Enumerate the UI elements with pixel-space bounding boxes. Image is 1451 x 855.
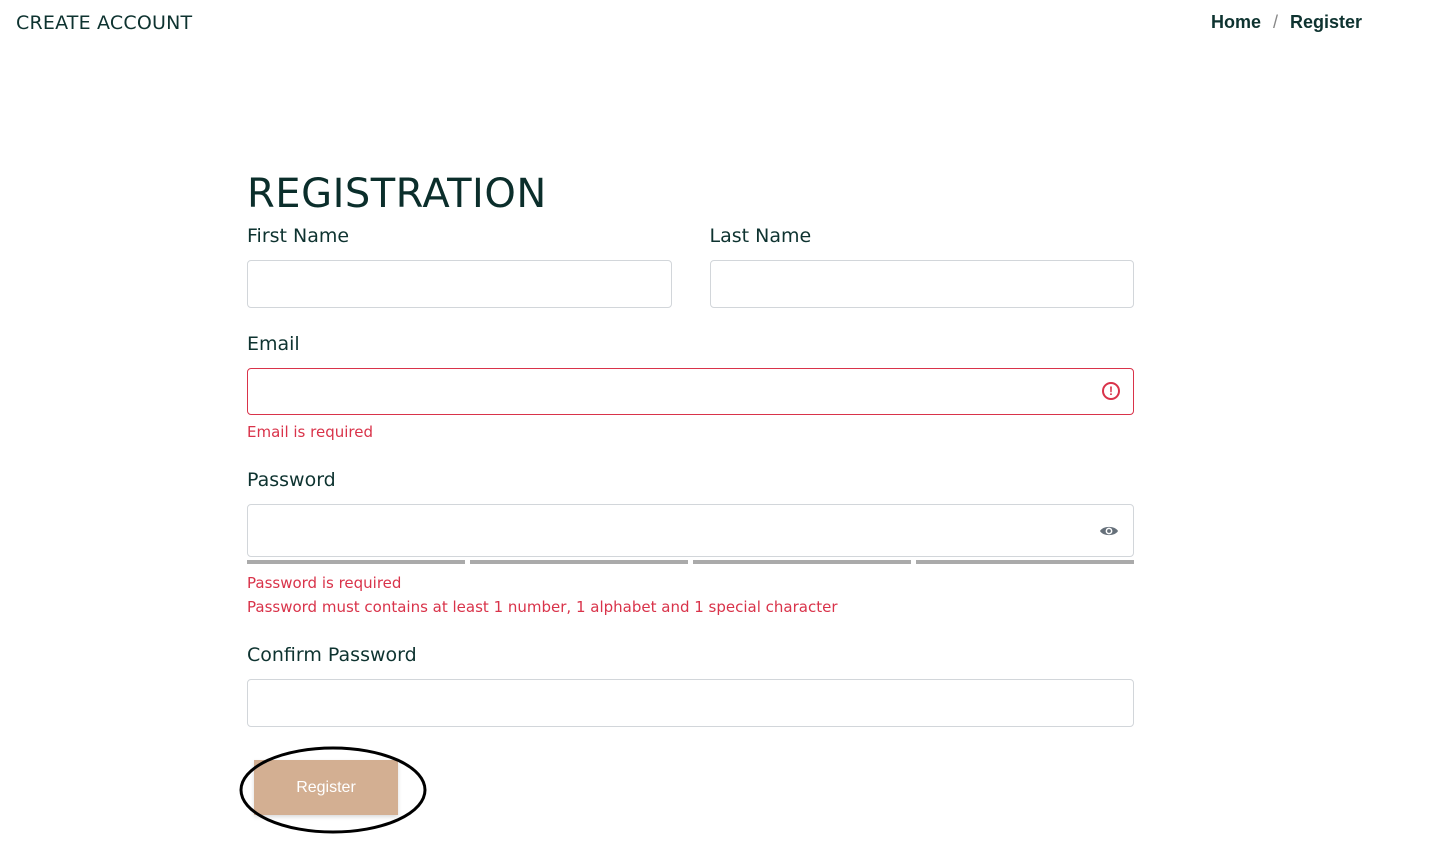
password-input[interactable] [248, 505, 1133, 556]
page-header-title: CREATE ACCOUNT [16, 12, 193, 34]
password-rule-error: Password must contains at least 1 number… [247, 598, 838, 616]
last-name-input[interactable] [710, 261, 1133, 307]
register-button[interactable]: Register [254, 760, 398, 815]
confirm-password-label: Confirm Password [247, 644, 417, 666]
email-group: Email ! Email is required [247, 332, 1134, 444]
eye-icon[interactable] [1099, 523, 1119, 542]
password-label: Password [247, 469, 336, 491]
registration-form: REGISTRATION First Name Last Name Email … [247, 168, 1134, 727]
name-row: First Name Last Name [247, 224, 1134, 308]
error-circle-icon: ! [1102, 382, 1120, 400]
strength-segment [916, 560, 1134, 564]
password-group: Password Password is required Password m… [247, 468, 1134, 619]
first-name-group: First Name [247, 224, 672, 308]
strength-segment [470, 560, 688, 564]
strength-segment [693, 560, 911, 564]
password-field-box [247, 504, 1134, 557]
breadcrumb-current: Register [1290, 12, 1363, 32]
form-title: REGISTRATION [247, 171, 547, 217]
first-name-field-box [247, 260, 672, 308]
email-error-message: Email is required [247, 423, 373, 441]
confirm-password-group: Confirm Password [247, 643, 1134, 727]
email-input[interactable] [248, 369, 1133, 414]
last-name-label: Last Name [709, 225, 812, 247]
password-required-error: Password is required [247, 574, 402, 592]
last-name-group: Last Name [709, 224, 1134, 308]
last-name-field-box [709, 260, 1134, 308]
breadcrumb-separator: / [1273, 12, 1279, 32]
first-name-input[interactable] [248, 261, 671, 307]
breadcrumb: Home / Register [1211, 12, 1362, 33]
email-label: Email [247, 333, 300, 355]
confirm-password-field-box [247, 679, 1134, 727]
breadcrumb-home-link[interactable]: Home [1211, 12, 1261, 33]
strength-segment [247, 560, 465, 564]
confirm-password-input[interactable] [248, 680, 1133, 726]
first-name-label: First Name [247, 225, 350, 247]
password-strength-meter [247, 560, 1134, 564]
email-field-box: ! [247, 368, 1134, 415]
